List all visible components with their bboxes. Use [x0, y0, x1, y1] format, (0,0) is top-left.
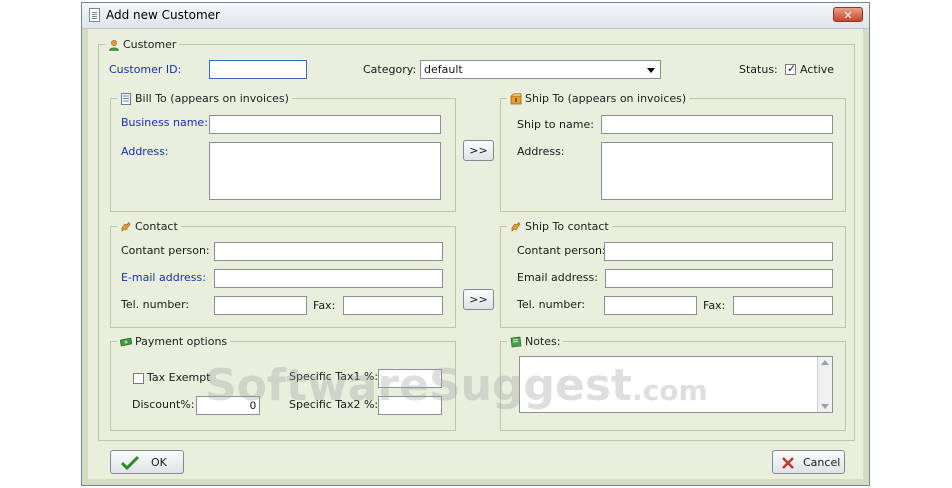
category-select[interactable]: default	[420, 60, 661, 79]
business-name-label: Business name:	[121, 116, 208, 129]
copy-contact-to-ship-button[interactable]: >>	[463, 289, 494, 310]
ship-email-input[interactable]	[605, 269, 833, 288]
dialog-client: Customer Customer ID: Category: default …	[88, 29, 863, 479]
ship-contact-legend: Ship To contact	[525, 220, 609, 233]
close-icon	[782, 457, 794, 469]
checkmark-icon	[121, 455, 139, 470]
email-input[interactable]	[214, 269, 443, 288]
chevron-down-icon[interactable]	[647, 68, 655, 73]
title-bar[interactable]: Add new Customer ✕	[82, 3, 869, 29]
category-value: default	[424, 63, 463, 76]
customer-id-label: Customer ID:	[109, 63, 182, 76]
contact-person-label: Contant person:	[121, 244, 210, 257]
ship-fax-input[interactable]	[733, 296, 833, 315]
watermark-suffix: .com	[632, 374, 708, 407]
email-label: E-mail address:	[121, 271, 206, 284]
watermark: SoftwareSuggest.com	[205, 360, 708, 411]
ship-address-label: Address:	[517, 145, 565, 158]
ship-tel-label: Tel. number:	[517, 298, 586, 311]
ship-to-name-label: Ship to name:	[517, 118, 594, 131]
dialog-window: Add new Customer ✕ Customer Customer ID:…	[81, 2, 870, 486]
address-label: Address:	[121, 145, 169, 158]
ship-email-label: Email address:	[517, 271, 598, 284]
note-icon	[510, 336, 522, 347]
ship-contact-person-input[interactable]	[604, 242, 833, 261]
notes-legend: Notes:	[525, 335, 561, 348]
tel-label: Tel. number:	[121, 298, 190, 311]
customer-legend: Customer	[123, 38, 177, 51]
status-label: Status:	[739, 63, 778, 76]
active-checkbox[interactable]: ✓	[785, 62, 797, 75]
notes-scrollbar[interactable]	[817, 357, 832, 412]
fax-label: Fax:	[313, 299, 336, 312]
phone-icon	[121, 221, 131, 232]
customer-id-input[interactable]	[209, 60, 307, 79]
contact-person-input[interactable]	[214, 242, 443, 261]
ok-button[interactable]: OK	[110, 450, 184, 474]
document-icon	[89, 8, 100, 22]
tel-input[interactable]	[214, 296, 307, 315]
invoice-icon	[121, 92, 131, 105]
contact-legend: Contact	[135, 220, 178, 233]
ship-to-name-input[interactable]	[601, 115, 833, 134]
fax-input[interactable]	[343, 296, 443, 315]
ship-contact-person-label: Contant person:	[517, 244, 606, 257]
person-icon	[109, 39, 119, 51]
scroll-up-icon[interactable]	[821, 360, 829, 365]
cancel-button[interactable]: Cancel	[772, 450, 845, 474]
bill-to-legend: Bill To (appears on invoices)	[135, 92, 289, 105]
discount-label: Discount%:	[132, 398, 195, 411]
ship-address-textarea[interactable]	[601, 142, 833, 200]
ship-to-legend: Ship To (appears on invoices)	[525, 92, 687, 105]
close-button[interactable]: ✕	[833, 7, 863, 22]
ok-label: OK	[151, 456, 167, 469]
cancel-label: Cancel	[803, 456, 841, 469]
tax-exempt-checkbox[interactable]	[133, 373, 144, 384]
watermark-text: SoftwareSuggest	[205, 360, 633, 411]
window-title: Add new Customer	[106, 8, 220, 22]
money-icon	[120, 337, 132, 346]
payment-legend: Payment options	[135, 335, 228, 348]
package-icon	[510, 92, 522, 104]
category-label: Category:	[363, 63, 417, 76]
phone-icon	[511, 221, 521, 232]
bill-address-textarea[interactable]	[209, 142, 441, 200]
tax-exempt-label: Tax Exempt	[147, 371, 211, 384]
active-label: Active	[800, 63, 835, 76]
checkmark-icon: ✓	[787, 62, 797, 75]
business-name-input[interactable]	[209, 115, 441, 134]
copy-bill-to-ship-button[interactable]: >>	[463, 140, 494, 161]
ship-fax-label: Fax:	[703, 299, 726, 312]
ship-tel-input[interactable]	[604, 296, 697, 315]
scroll-down-icon[interactable]	[821, 404, 829, 409]
